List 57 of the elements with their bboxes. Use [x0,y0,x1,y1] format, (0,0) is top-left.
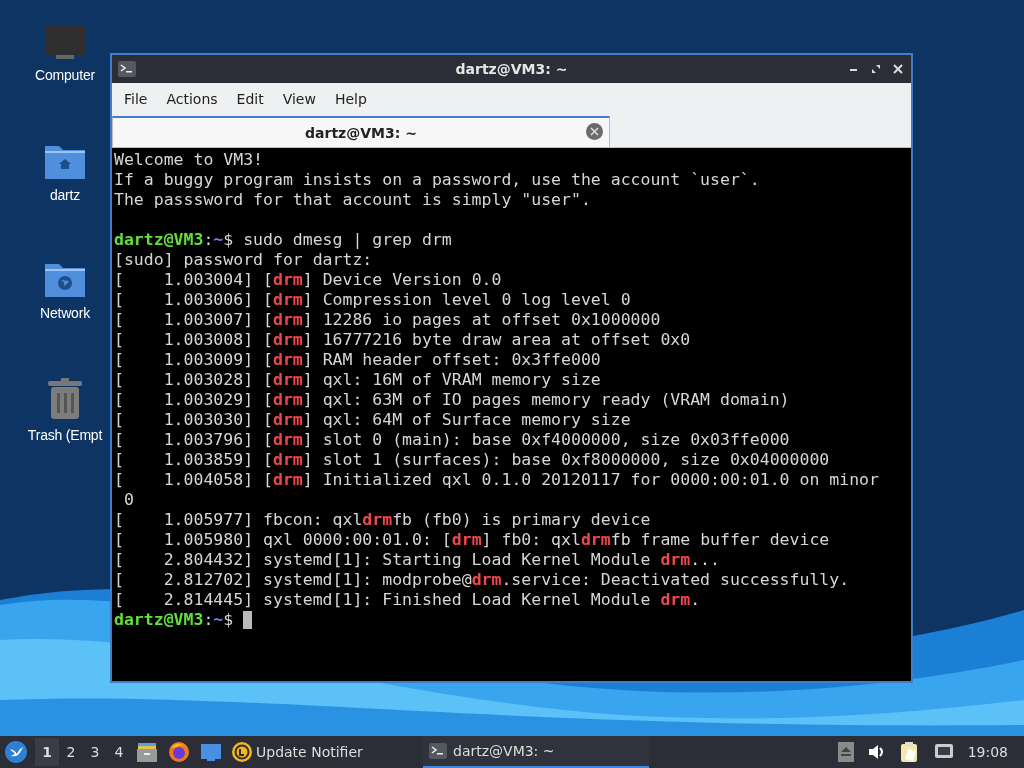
menu-item[interactable]: Help [324,86,376,111]
terminal-line: dartz@VM3:~$ sudo dmesg | grep drm [114,230,452,250]
menu-item[interactable]: Actions [156,86,227,111]
workspace-button[interactable]: 2 [59,738,83,766]
terminal-line: Welcome to VM3! [114,150,263,170]
terminal-line: If a buggy program insists on a password, use the account `user`. [114,170,760,190]
desktop-icon-label[interactable]: Trash (Empt [27,427,103,443]
monitor-icon[interactable] [44,24,86,60]
bird-logo-icon[interactable] [5,741,27,763]
terminal-line: 0 [122,490,134,510]
menu-item[interactable]: View [272,86,325,111]
terminal-line: [ 1.005980] qxl 0000:00:01.0: [drm] fb0: qxldrmfb frame buffer device [114,530,830,550]
terminal-icon [118,61,136,77]
terminal-line: [ 1.003859] [drm] slot 1 (surfaces): base 0xf8000000, size 0x04000000 [114,450,830,470]
terminal-line: [ 1.003009] [drm] RAM header offset: 0x3ffe000 [114,350,601,370]
browser-icon[interactable] [168,741,190,763]
terminal-line: [ 1.003007] [drm] 12286 io pages at offset 0x1000000 [114,310,661,330]
workspace-button[interactable]: 3 [83,738,107,766]
terminal-line: [ 2.814445] systemd[1]: Finished Load Kernel Module drm. [114,590,701,610]
terminal-line: [ 1.004058] [drm] Initialized qxl 0.1.0 20120117 for 0000:00:01.0 on minor [114,470,879,490]
menu-item[interactable]: Edit [226,86,273,111]
desktop-icon-label[interactable]: Computer [35,67,95,83]
terminal-line: The passsword for that account is simply "user". [114,190,591,210]
volume-icon[interactable] [867,744,886,760]
terminal-line: [ 2.812702] systemd[1]: modprobe@drm.service: Deactivated successfully. [114,570,850,590]
terminal-line: [ 2.804432] systemd[1]: Starting Load Kernel Module drm... [114,550,720,570]
terminal-line: [ 1.003029] [drm] qxl: 63M of IO pages memory ready (VRAM domain) [114,390,790,410]
terminal-icon [429,743,447,759]
workspace-button[interactable]: 1 [35,738,59,766]
update-icon [231,741,253,763]
terminal-line: dartz@VM3:~$ [114,610,235,630]
trash-icon[interactable] [46,378,84,420]
terminal-line: [ 1.003028] [drm] qxl: 16M of VRAM memory size [114,370,601,390]
clock[interactable]: 19:08 [967,744,1008,760]
file-cabinet-icon[interactable] [136,741,158,763]
task-button[interactable]: dartz@VM3: ~ [423,736,649,768]
update-notifier-button[interactable]: Update Notifier [227,738,415,766]
terminal-line: [ 1.005977] fbcon: qxldrmfb (fb0) is primary device [114,510,651,530]
terminal-line: [ 1.003796] [drm] slot 0 (main): base 0xf4000000, size 0x03ffe000 [114,430,790,450]
workspace-button[interactable]: 4 [107,738,131,766]
window-title: dartz@VM3: ~ [455,61,568,77]
clipboard-icon[interactable] [899,741,920,763]
terminal-line: [sudo] password for dartz: [114,250,373,270]
desktop-icon-label[interactable]: Network [40,305,90,321]
terminal-tab[interactable]: dartz@VM3: ~ [112,116,610,147]
terminal-line: [ 1.003004] [drm] Device Version 0.0 [114,270,502,290]
close-icon[interactable] [893,64,903,74]
menu-item[interactable]: File [114,86,157,111]
window-icon[interactable] [200,742,222,762]
close-icon[interactable] [586,123,603,140]
terminal-line: [ 1.003006] [drm] Compression level 0 log level 0 [114,290,631,310]
eject-icon[interactable] [837,742,854,762]
maximize-icon[interactable] [871,64,881,74]
terminal-line: [ 1.003030] [drm] qxl: 64M of Surface memory size [114,410,631,430]
desktop-icon-label[interactable]: dartz [49,187,81,203]
terminal-line: [ 1.003008] [drm] 16777216 byte draw area at offset 0x0 [114,330,691,350]
network-icon[interactable] [933,743,954,761]
